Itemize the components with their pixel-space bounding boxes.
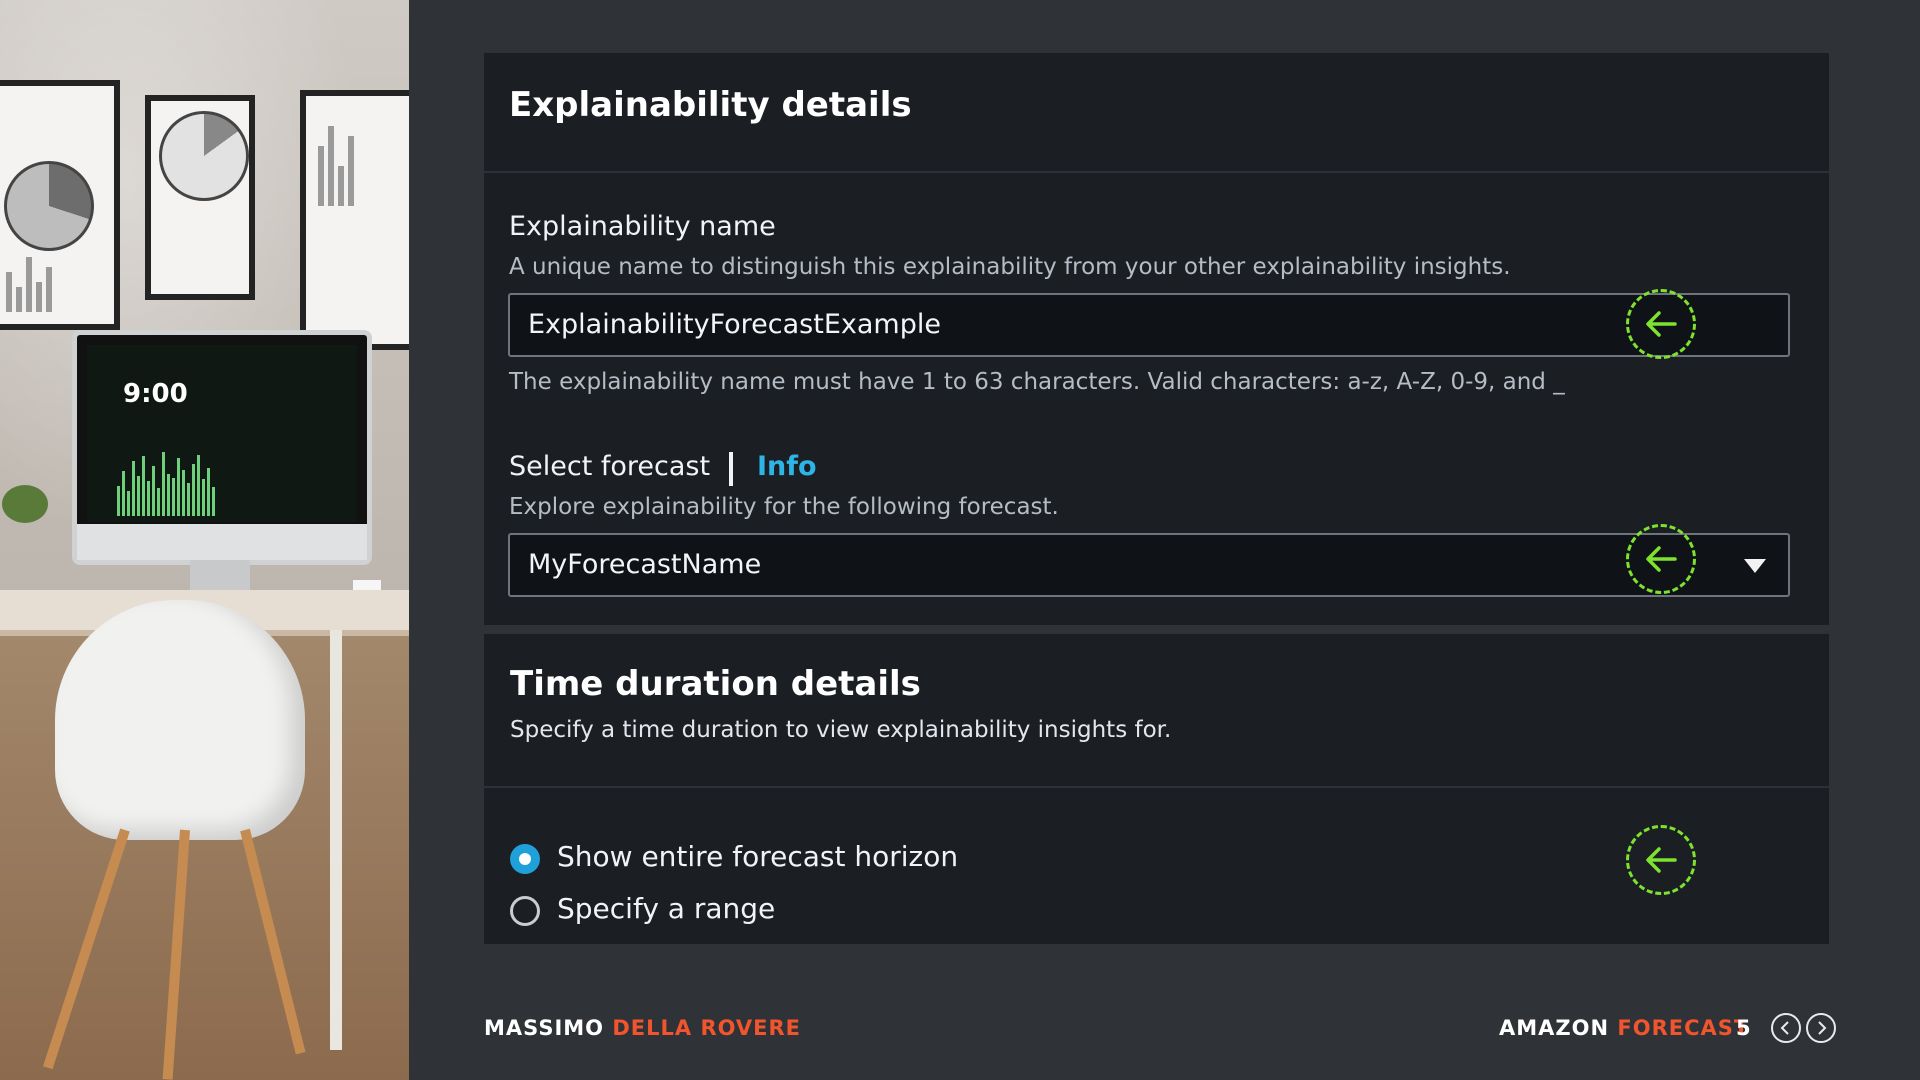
poster-bars bbox=[6, 257, 52, 312]
footer-product: AMAZON FORECAST bbox=[1499, 1016, 1749, 1040]
select-forecast-description: Explore explainability for the following… bbox=[509, 494, 1059, 520]
arrow-left-icon bbox=[1626, 825, 1696, 895]
chair-seat bbox=[55, 600, 305, 840]
chair-leg-1 bbox=[42, 828, 130, 1070]
product-first: AMAZON bbox=[1499, 1016, 1610, 1040]
chair-leg-2 bbox=[162, 829, 190, 1080]
select-forecast-label: Select forecast bbox=[509, 451, 711, 482]
forecast-select[interactable]: MyForecastName bbox=[508, 533, 1790, 597]
chevron-down-icon[interactable] bbox=[1744, 559, 1766, 573]
label-divider bbox=[729, 452, 733, 486]
monitor-clock: 9:00 bbox=[123, 379, 188, 409]
plant bbox=[2, 485, 48, 523]
desktop-monitor: 9:00 bbox=[72, 330, 372, 565]
info-link[interactable]: Info bbox=[757, 451, 817, 482]
card-title: Time duration details bbox=[510, 664, 921, 704]
wall-poster-left bbox=[0, 80, 120, 330]
radio-label-specify-range[interactable]: Specify a range bbox=[557, 892, 775, 925]
poster-pie-chart bbox=[4, 161, 94, 251]
author-last-name: DELLA ROVERE bbox=[612, 1016, 802, 1040]
footer-author: MASSIMO DELLA ROVERE bbox=[484, 1016, 801, 1040]
radio-label-entire-horizon[interactable]: Show entire forecast horizon bbox=[557, 840, 958, 873]
chevron-left-icon bbox=[1780, 1021, 1789, 1035]
workspace-photo: 9:00 bbox=[0, 0, 409, 1080]
radio-entire-horizon[interactable] bbox=[510, 844, 540, 874]
chevron-right-icon bbox=[1818, 1021, 1827, 1035]
forecast-select-value: MyForecastName bbox=[528, 549, 762, 580]
card-header: Time duration details Specify a time dur… bbox=[484, 634, 1829, 788]
arrow-left-icon bbox=[1626, 524, 1696, 594]
monitor-chin bbox=[77, 524, 367, 560]
product-last: FORECAST bbox=[1617, 1016, 1750, 1040]
previous-slide-button[interactable] bbox=[1771, 1013, 1801, 1043]
card-title: Explainability details bbox=[509, 85, 912, 125]
monitor-chart bbox=[117, 452, 215, 516]
explainability-name-label: Explainability name bbox=[509, 211, 776, 242]
explainability-name-constraint: The explainability name must have 1 to 6… bbox=[509, 369, 1565, 395]
monitor-screen: 9:00 bbox=[87, 345, 357, 522]
explainability-details-card: Explainability details Explainability na… bbox=[484, 53, 1829, 625]
arrow-left-icon bbox=[1626, 289, 1696, 359]
poster-right-bars bbox=[318, 126, 354, 206]
author-first-name: MASSIMO bbox=[484, 1016, 605, 1040]
explainability-name-description: A unique name to distinguish this explai… bbox=[509, 254, 1511, 280]
card-description: Specify a time duration to view explaina… bbox=[510, 717, 1172, 743]
page-number: 5 bbox=[1736, 1016, 1752, 1040]
radio-specify-range[interactable] bbox=[510, 896, 540, 926]
next-slide-button[interactable] bbox=[1806, 1013, 1836, 1043]
wall-poster-right bbox=[300, 90, 409, 350]
explainability-name-value: ExplainabilityForecastExample bbox=[528, 309, 941, 340]
time-duration-details-card: Time duration details Specify a time dur… bbox=[484, 634, 1829, 944]
wall-poster-center bbox=[145, 95, 255, 300]
chair-leg-3 bbox=[240, 828, 306, 1055]
desk-leg bbox=[330, 630, 342, 1050]
card-header: Explainability details bbox=[484, 53, 1829, 173]
explainability-name-input[interactable]: ExplainabilityForecastExample bbox=[508, 293, 1790, 357]
poster-clock-chart bbox=[159, 111, 249, 201]
